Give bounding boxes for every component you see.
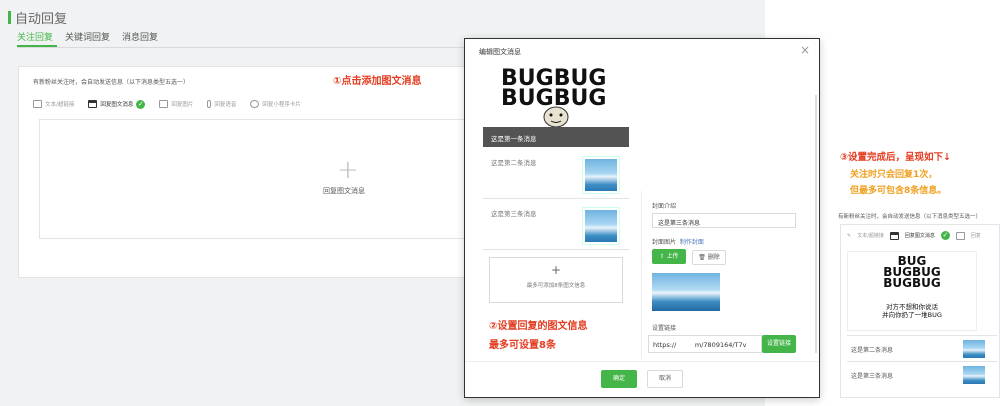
result-note: 有新粉丝关注时，会自动发送信息（以下消息类型五选一） [838,214,982,220]
reply-note: 有新粉丝关注时，会自动发送信息（以下消息类型五选一） [33,79,190,86]
image-icon [955,231,965,240]
make-cover-link[interactable]: 制作封面 [680,239,704,246]
add-news-plus-icon[interactable]: + [337,155,359,185]
check-icon: ✓ [136,99,146,109]
tab-message-reply[interactable]: 消息回复 [122,30,158,43]
intro-label: 封面介绍 [652,203,677,210]
link-input[interactable]: https:// m/7809164/T7v [648,335,762,353]
annotation-step2: ②设置回复的图文信息 最多可设置8条 [489,321,588,351]
dialog-scrollbar[interactable] [815,95,817,353]
annotation-step3: ③设置完成后，呈现如下↓ [840,152,952,163]
cover-image-label: 封面图片 制作封面 [652,239,704,246]
result-preview-card: ✎ 文本/超链接 回复图文消息 ✓ 回复 BUG BUGBUG BUGBUG 对方… [840,224,1000,398]
tab-follow-reply[interactable]: 关注回复 [17,30,53,43]
trash-icon: 🗑 [698,254,706,261]
dialog-footer: 确定 取消 [465,361,819,397]
annotation-step1: ①点击添加图文消息 [333,76,422,87]
ok-button[interactable]: 确定 [601,370,637,388]
mic-icon [207,100,212,108]
message-type-toolbar: 文本/超链接 回复图文消息 ✓ 回复图片 回复语音 回复小程序卡片 [33,95,503,113]
image-icon [159,100,169,108]
first-message-title: 这是第一条消息 [483,127,629,147]
upload-button[interactable]: ⇧ 上传 [652,249,686,264]
cancel-button[interactable]: 取消 [647,370,683,388]
item-edit-form: 封面介绍 这是第三条消息 封面图片 制作封面 ⇧ 上传 🗑 删除 设置链接 ht… [641,191,801,359]
news-item[interactable]: 这是第二条消息 [483,149,629,199]
add-news-item-button[interactable]: + 最多可添加8条图文信息 [489,257,623,303]
type-voice[interactable]: 回复语音 [207,100,236,108]
page-title: 自动回复 [8,8,67,27]
type-image[interactable]: 回复图片 [159,100,193,108]
sea-thumbnail [963,366,985,384]
add-news-hint: 最多可添加8条图文信息 [526,283,586,289]
tab-keyword-reply[interactable]: 关键词回复 [65,30,110,43]
meme-text: BUG BUGBUG BUGBUG [883,254,941,290]
news-icon [88,100,98,108]
reply-settings-card: 有新粉丝关注时，会自动发送信息（以下消息类型五选一） 文本/超链接 回复图文消息… [18,66,518,278]
type-miniapp[interactable]: 回复小程序卡片 [250,100,301,108]
type-news[interactable]: 回复图文消息 ✓ [88,99,146,109]
link-label: 设置链接 [652,325,677,332]
tab-bar: 关注回复 关键词回复 消息回复 [17,30,158,43]
result-toolbar: ✎ 文本/超链接 回复图文消息 ✓ 回复 [847,231,981,240]
set-link-button[interactable]: 设置链接 [762,335,796,353]
pencil-icon [33,100,42,108]
check-icon: ✓ [940,231,950,240]
upload-icon: ⇧ [659,253,665,260]
edit-news-dialog: 编辑图文消息 × BUGBUG BUGBUG 这是第一条消息 这是第二条消息 这… [464,38,820,398]
add-news-label[interactable]: 回复图文消息 [323,186,365,196]
delete-button[interactable]: 🗑 删除 [692,250,726,265]
result-item[interactable]: 这是第二条消息 [847,335,997,361]
miniapp-icon [250,100,260,108]
sea-thumbnail [582,207,620,245]
dialog-title: 编辑图文消息 [479,48,521,56]
meme-face-icon [543,106,569,127]
annotation-step3-detail: 关注时只会回复1次， 但最多可包含8条信息。 [850,170,947,196]
pencil-icon: ✎ [847,232,852,239]
meme-text: BUGBUG BUGBUG [501,67,607,111]
cover-image-preview [652,273,720,311]
meme-caption: 对方不想和你说话 并向你扔了一堆BUG [882,303,942,319]
news-item[interactable]: 这是第三条消息 [483,200,629,250]
news-editor-area[interactable] [39,119,499,239]
type-text[interactable]: 文本/超链接 [33,100,74,108]
intro-input[interactable]: 这是第三条消息 [652,213,796,228]
plus-icon: + [550,263,562,277]
close-icon[interactable]: × [800,43,810,57]
result-item[interactable]: 这是第三条消息 [847,361,997,387]
sea-thumbnail [963,340,985,358]
sea-thumbnail [582,156,620,194]
news-icon [889,231,899,240]
result-cover[interactable]: BUG BUGBUG BUGBUG 对方不想和你说话 并向你扔了一堆BUG [847,251,977,331]
